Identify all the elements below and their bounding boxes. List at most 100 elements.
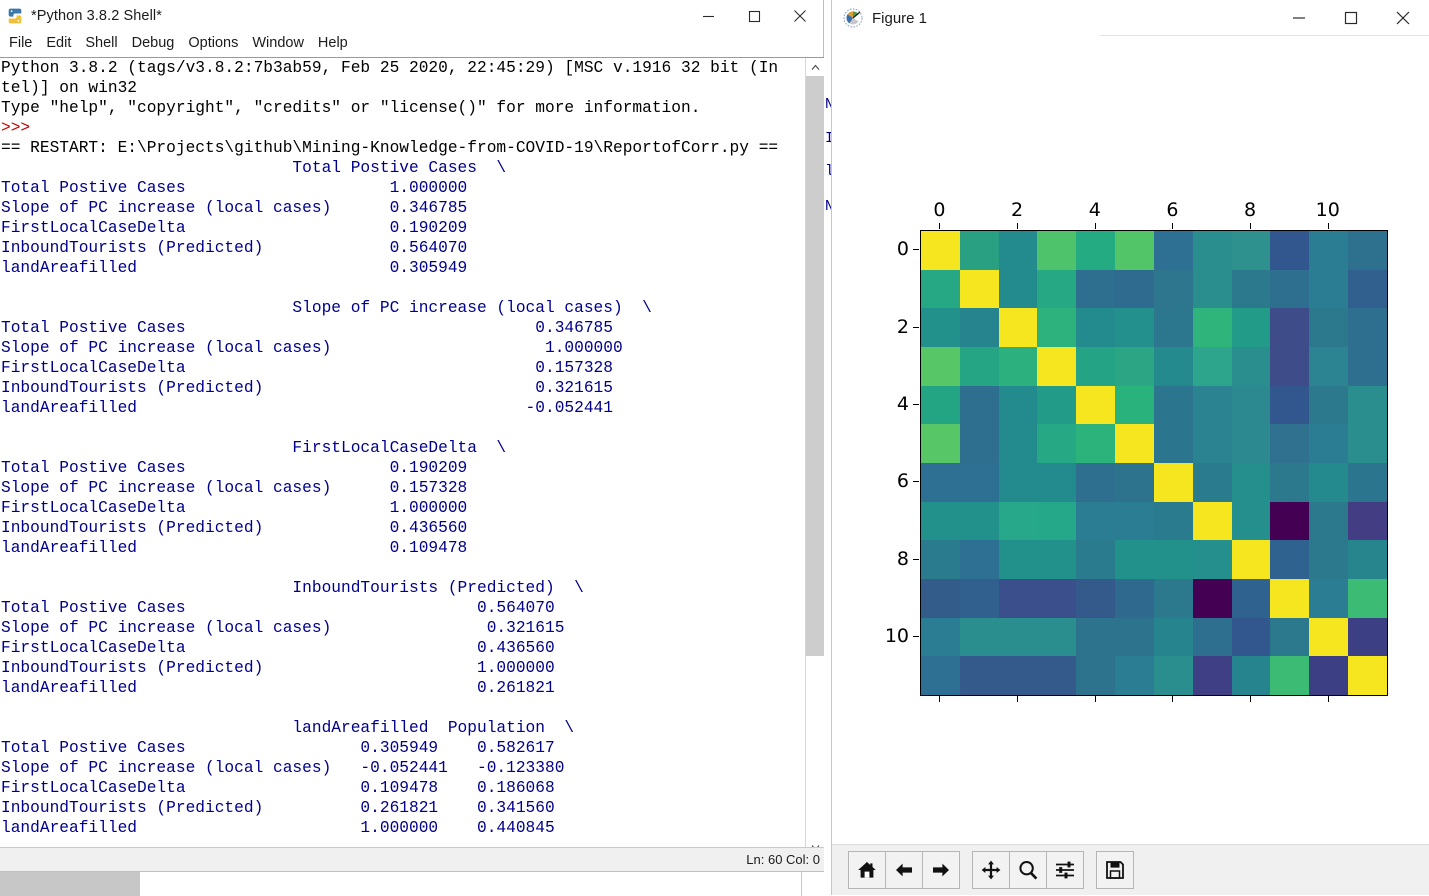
- heatmap-cell: [1076, 579, 1115, 618]
- heatmap-cell: [1115, 656, 1154, 695]
- heatmap-cell: [960, 270, 999, 309]
- matplotlib-figure-window[interactable]: Figure 1 02468100246810: [831, 0, 1429, 895]
- heatmap-cell: [960, 656, 999, 695]
- desktop-background: N I l N *Python 3.8.2 Shell*: [0, 0, 1429, 895]
- menu-item-options[interactable]: Options: [181, 34, 245, 52]
- heatmap-cell: [1309, 540, 1348, 579]
- save-button[interactable]: [1096, 851, 1134, 889]
- heatmap-cell: [1193, 424, 1232, 463]
- heatmap-cell: [1076, 540, 1115, 579]
- y-axis-tick-label: 6: [878, 470, 909, 492]
- heatmap-cell: [999, 540, 1038, 579]
- heatmap-cell: [960, 308, 999, 347]
- heatmap-cell: [1037, 579, 1076, 618]
- back-button[interactable]: [885, 851, 923, 889]
- home-button[interactable]: [848, 851, 886, 889]
- heatmap-cell: [1309, 618, 1348, 657]
- heatmap-cell: [1115, 424, 1154, 463]
- menu-item-help[interactable]: Help: [311, 34, 355, 52]
- heatmap-cell: [1270, 502, 1309, 541]
- y-axis-tick-label: 8: [878, 548, 909, 570]
- heatmap-cell: [1348, 308, 1387, 347]
- idle-vertical-scrollbar[interactable]: [805, 58, 823, 856]
- figure-close-button[interactable]: [1377, 0, 1429, 36]
- shell-output-line: FirstLocalCaseDelta 1.000000: [0, 498, 805, 518]
- heatmap-cell: [999, 308, 1038, 347]
- shell-output-line: Slope of PC increase (local cases) 0.157…: [0, 478, 805, 498]
- idle-maximize-button[interactable]: [731, 0, 777, 32]
- heatmap-cell: [1232, 579, 1271, 618]
- figure-titlebar[interactable]: Figure 1: [832, 0, 1429, 36]
- idle-shell-output[interactable]: Python 3.8.2 (tags/v3.8.2:7b3ab59, Feb 2…: [0, 58, 805, 856]
- shell-output-line: [0, 698, 805, 718]
- shell-output-line: Total Postive Cases 0.190209: [0, 458, 805, 478]
- heatmap-cell: [1115, 347, 1154, 386]
- menu-item-edit[interactable]: Edit: [39, 34, 78, 52]
- python-idle-shell-window[interactable]: *Python 3.8.2 Shell* File Edit Shell Deb…: [0, 0, 824, 895]
- shell-output-line: tel)] on win32: [0, 78, 805, 98]
- menu-item-shell[interactable]: Shell: [78, 34, 124, 52]
- shell-output-line: Total Postive Cases \: [0, 158, 805, 178]
- figure-canvas[interactable]: 02468100246810: [832, 36, 1429, 844]
- heatmap-cell: [921, 618, 960, 657]
- heatmap-cell: [1076, 656, 1115, 695]
- heatmap-cell: [1193, 231, 1232, 270]
- menu-item-window[interactable]: Window: [245, 34, 311, 52]
- figure-navigation-toolbar[interactable]: [832, 844, 1429, 895]
- heatmap-cell: [999, 270, 1038, 309]
- heatmap-cell: [1270, 308, 1309, 347]
- heatmap-cell: [1348, 656, 1387, 695]
- heatmap-cell: [999, 618, 1038, 657]
- heatmap-cell: [1037, 656, 1076, 695]
- heatmap-cell: [1076, 386, 1115, 425]
- heatmap-cell: [1154, 656, 1193, 695]
- x-axis-tick-mark: [939, 696, 940, 702]
- idle-window-controls[interactable]: [685, 0, 823, 32]
- heatmap-cell: [1193, 386, 1232, 425]
- heatmap-cell: [1037, 618, 1076, 657]
- shell-output-line: Slope of PC increase (local cases) 1.000…: [0, 338, 805, 358]
- x-axis-tick-mark: [1017, 696, 1018, 702]
- figure-window-controls[interactable]: [1273, 0, 1429, 36]
- idle-minimize-button[interactable]: [685, 0, 731, 32]
- heatmap-cell: [1154, 502, 1193, 541]
- zoom-button[interactable]: [1009, 851, 1047, 889]
- menu-item-debug[interactable]: Debug: [125, 34, 182, 52]
- shell-output-line: [0, 418, 805, 438]
- heatmap-cell: [921, 579, 960, 618]
- figure-minimize-button[interactable]: [1273, 0, 1325, 36]
- idle-menubar[interactable]: File Edit Shell Debug Options Window Hel…: [0, 32, 823, 54]
- idle-text-area-wrapper: Python 3.8.2 (tags/v3.8.2:7b3ab59, Feb 2…: [0, 57, 824, 857]
- pan-button[interactable]: [972, 851, 1010, 889]
- scroll-up-icon[interactable]: [806, 58, 824, 76]
- figure-maximize-button[interactable]: [1325, 0, 1377, 36]
- y-axis-tick-label: 0: [878, 238, 909, 260]
- shell-output-line: FirstLocalCaseDelta 0.109478 0.186068: [0, 778, 805, 798]
- forward-button[interactable]: [922, 851, 960, 889]
- x-axis-tick-mark: [1250, 223, 1251, 229]
- heatmap-cell: [1348, 386, 1387, 425]
- heatmap-plot-area[interactable]: [920, 230, 1388, 696]
- heatmap-cell: [1076, 347, 1115, 386]
- x-axis-tick-label: 0: [933, 199, 945, 221]
- heatmap-cell: [1037, 270, 1076, 309]
- heatmap-cell: [960, 579, 999, 618]
- heatmap-cell: [1115, 270, 1154, 309]
- heatmap-cell: [1154, 618, 1193, 657]
- y-axis-tick-mark: [913, 559, 919, 560]
- idle-close-button[interactable]: [777, 0, 823, 32]
- shell-output-line: Total Postive Cases 1.000000: [0, 178, 805, 198]
- heatmap-cell: [999, 463, 1038, 502]
- heatmap-cell: [1309, 463, 1348, 502]
- heatmap-cell: [1309, 656, 1348, 695]
- idle-titlebar[interactable]: *Python 3.8.2 Shell*: [0, 0, 823, 32]
- subplots-button[interactable]: [1046, 851, 1084, 889]
- heatmap-cell: [960, 618, 999, 657]
- heatmap-cell: [1193, 270, 1232, 309]
- heatmap-cell: [1309, 579, 1348, 618]
- heatmap-cell: [1193, 308, 1232, 347]
- menu-item-file[interactable]: File: [2, 34, 39, 52]
- heatmap-cell: [1232, 656, 1271, 695]
- scrollbar-thumb[interactable]: [806, 76, 824, 656]
- heatmap-cell: [1270, 540, 1309, 579]
